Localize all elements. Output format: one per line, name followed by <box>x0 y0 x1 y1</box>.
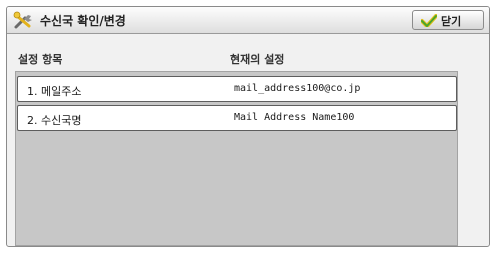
item-value: mail_address100@co.jp <box>234 83 361 94</box>
settings-list: 1. 메일주소 mail_address100@co.jp 2. 수신국명 Ma… <box>15 71 458 246</box>
column-header-setting-item: 설정 항목 <box>18 53 63 66</box>
list-item-recipient-name[interactable]: 2. 수신국명 Mail Address Name100 <box>17 105 457 131</box>
item-value: Mail Address Name100 <box>234 112 355 123</box>
window-title: 수신국 확인/변경 <box>40 14 126 28</box>
column-header-current-setting: 현재의 설정 <box>230 53 285 66</box>
item-name: 1. 메일주소 <box>27 85 82 98</box>
list-item-email-address[interactable]: 1. 메일주소 mail_address100@co.jp <box>17 76 457 102</box>
tools-icon <box>13 11 32 29</box>
title-bar: 수신국 확인/변경 닫기 <box>7 7 489 34</box>
recipient-panel: 수신국 확인/변경 닫기 설정 항목 현재의 설정 1. 메일주소 mail_a… <box>6 6 490 247</box>
checkmark-icon <box>421 14 437 27</box>
close-button-label: 닫기 <box>441 15 462 28</box>
item-name: 2. 수신국명 <box>27 114 82 127</box>
close-button[interactable]: 닫기 <box>412 10 484 30</box>
